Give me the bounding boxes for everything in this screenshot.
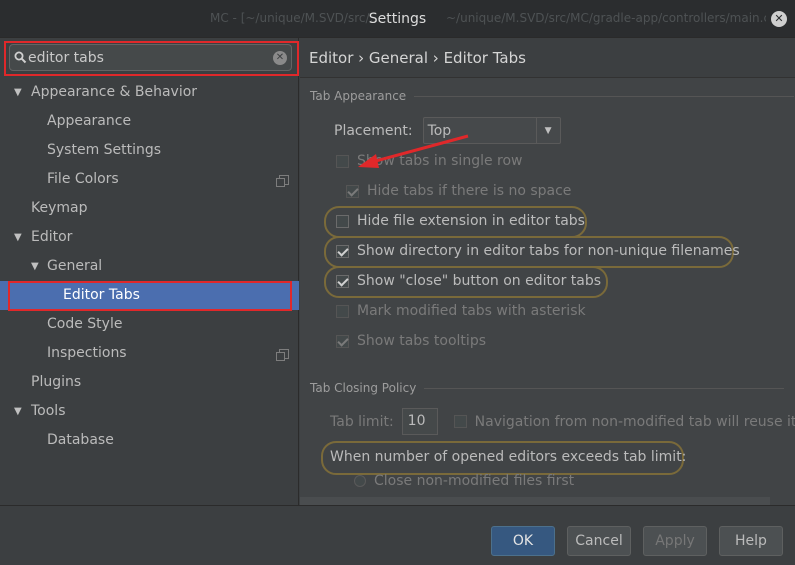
option-label: Hide tabs if there is no space <box>367 183 572 199</box>
tab-limit-row: Tab limit: 10 Navigation from non-modifi… <box>330 408 795 435</box>
option-show-directory[interactable]: Show directory in editor tabs for non-un… <box>336 243 740 259</box>
tree-item-editor-tabs[interactable]: Editor Tabs <box>0 281 299 310</box>
option-close-non-modified[interactable]: Close non-modified files first <box>354 473 574 489</box>
checkbox[interactable] <box>336 304 349 318</box>
option-label: Hide file extension in editor tabs <box>357 213 585 229</box>
tree-item-keymap[interactable]: Keymap <box>0 194 299 223</box>
tree-item-inspections[interactable]: Inspections <box>0 339 299 368</box>
background-window-title-right: ~/unique/M.SVD/src/MC/gradle-app/control… <box>446 11 766 25</box>
checkbox[interactable] <box>453 415 467 428</box>
tree-item-code-style[interactable]: Code Style <box>0 310 299 339</box>
tree-item-editor[interactable]: ▼ Editor <box>0 223 299 252</box>
expand-arrow-icon[interactable]: ▼ <box>31 252 39 281</box>
tree-item-database[interactable]: Database <box>0 426 299 455</box>
chevron-down-icon[interactable]: ▼ <box>535 118 560 143</box>
breadcrumb: Editor › General › Editor Tabs <box>300 38 795 78</box>
dialog-button-bar: OK Cancel Apply Help <box>0 505 795 565</box>
exceed-limit-label: When number of opened editors exceeds ta… <box>330 449 687 465</box>
project-settings-icon <box>276 175 289 187</box>
option-label: Show directory in editor tabs for non-un… <box>357 243 740 259</box>
tree-item-appearance-behavior[interactable]: ▼ Appearance & Behavior <box>0 78 299 107</box>
option-hide-file-extension[interactable]: Hide file extension in editor tabs <box>336 213 585 229</box>
expand-arrow-icon[interactable]: ▼ <box>14 397 22 426</box>
tree-item-file-colors[interactable]: File Colors <box>0 165 299 194</box>
divider <box>414 95 795 97</box>
expand-arrow-icon[interactable]: ▼ <box>14 78 22 107</box>
tab-limit-label: Tab limit: <box>330 413 394 430</box>
settings-tree: ▼ Appearance & Behavior Appearance Syste… <box>0 78 299 455</box>
option-show-close-button[interactable]: Show "close" button on editor tabs <box>336 273 601 289</box>
tab-closing-group-title: Tab Closing Policy <box>310 381 785 395</box>
project-settings-icon <box>276 349 289 361</box>
tree-item-label: Code Style <box>47 316 123 332</box>
cancel-button[interactable]: Cancel <box>567 526 631 556</box>
tree-item-label: Inspections <box>47 345 127 361</box>
option-show-tooltips[interactable]: Show tabs tooltips <box>336 333 486 349</box>
clear-search-icon[interactable]: ✕ <box>273 50 287 65</box>
tree-item-label: General <box>47 258 103 274</box>
option-label: Close non-modified files first <box>374 473 575 489</box>
tree-item-label: Editor Tabs <box>63 287 140 303</box>
background-window-title-left: MC - [~/unique/M.SVD/src/... <box>210 11 381 25</box>
search-icon <box>10 51 28 64</box>
tree-item-system-settings[interactable]: System Settings <box>0 136 299 165</box>
checkbox[interactable] <box>336 244 349 258</box>
horizontal-scrollbar[interactable] <box>300 497 770 505</box>
apply-button[interactable]: Apply <box>643 526 707 556</box>
tree-item-label: Appearance & Behavior <box>31 84 198 100</box>
checkbox[interactable] <box>336 214 349 228</box>
option-label: Show "close" button on editor tabs <box>357 273 602 289</box>
option-label: Mark modified tabs with asterisk <box>357 303 586 319</box>
tab-limit-input[interactable]: 10 <box>401 408 438 435</box>
option-mark-modified[interactable]: Mark modified tabs with asterisk <box>336 303 586 319</box>
divider <box>424 387 785 389</box>
search-box[interactable]: ✕ <box>9 44 292 71</box>
option-label: Show tabs tooltips <box>357 333 486 349</box>
settings-sidebar: ✕ ▼ Appearance & Behavior Appearance Sys… <box>0 38 299 505</box>
tree-item-plugins[interactable]: Plugins <box>0 368 299 397</box>
tab-appearance-group-title: Tab Appearance <box>310 89 795 103</box>
checkbox[interactable] <box>336 334 349 348</box>
close-icon[interactable]: ✕ <box>771 11 787 27</box>
expand-arrow-icon[interactable]: ▼ <box>14 223 22 252</box>
ok-button[interactable]: OK <box>491 526 555 556</box>
tree-item-label: Database <box>47 432 114 448</box>
tree-item-general[interactable]: ▼ General <box>0 252 299 281</box>
help-button[interactable]: Help <box>719 526 783 556</box>
tree-item-label: Appearance <box>47 113 132 129</box>
tree-item-tools[interactable]: ▼ Tools <box>0 397 299 426</box>
checkbox[interactable] <box>346 184 359 198</box>
checkbox[interactable] <box>336 154 349 168</box>
annotation-arrow-icon <box>358 134 469 168</box>
tree-item-label: Keymap <box>31 200 88 216</box>
radio-button[interactable] <box>354 475 366 487</box>
tree-item-label: System Settings <box>47 142 162 158</box>
tree-item-appearance[interactable]: Appearance <box>0 107 299 136</box>
window-title: Settings <box>368 10 427 27</box>
title-bar: MC - [~/unique/M.SVD/src/... Settings ~/… <box>0 0 795 38</box>
settings-content: Editor › General › Editor Tabs Tab Appea… <box>300 38 795 505</box>
tree-item-label: Plugins <box>31 374 82 390</box>
nav-reuse-label: Navigation from non-modified tab will re… <box>474 413 795 430</box>
search-input[interactable] <box>28 49 273 66</box>
option-hide-tabs-no-space[interactable]: Hide tabs if there is no space <box>346 183 571 199</box>
tree-item-label: File Colors <box>47 171 119 187</box>
tree-item-label: Tools <box>31 403 66 419</box>
checkbox[interactable] <box>336 274 349 288</box>
tree-item-label: Editor <box>31 229 73 245</box>
